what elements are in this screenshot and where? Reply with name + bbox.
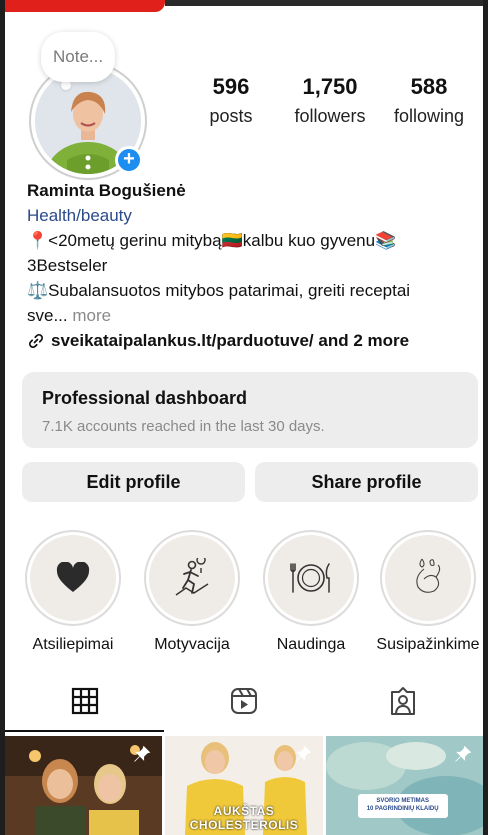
tab-reels[interactable] — [164, 670, 323, 732]
flower-drawing-icon — [416, 558, 441, 593]
stat-following[interactable]: 588 following — [383, 74, 475, 127]
highlight-ring — [380, 530, 476, 626]
tagged-user-icon — [390, 687, 415, 715]
bio-line-1: 📍<20metų gerinu mitybą🇱🇹kalbu kuo gyvenu… — [27, 231, 397, 250]
highlight-atsiliepimai[interactable]: Atsiliepimai — [18, 530, 128, 654]
highlight-ring — [263, 530, 359, 626]
highlight-label: Naudinga — [276, 636, 346, 653]
post-thumbnail[interactable] — [5, 736, 163, 835]
stat-value: 588 — [410, 74, 448, 99]
more-link[interactable]: more — [68, 306, 111, 325]
post-caption: AUKŠTAS CHOLESTEROLIS — [189, 804, 299, 832]
highlight-cover — [385, 535, 471, 621]
pin-icon — [294, 745, 311, 762]
profile-bio: Raminta Bogušienė Health/beauty 📍<20metų… — [27, 178, 477, 353]
tab-grid[interactable] — [5, 670, 164, 732]
stat-label: followers — [294, 106, 366, 126]
bio-line-3: ⚖️Subalansuotos mitybos patarimai, greit… — [27, 281, 411, 300]
pin-icon — [455, 745, 472, 762]
profile-name: Raminta Bogušienė — [27, 181, 186, 200]
highlight-cover — [30, 535, 116, 621]
link-icon — [29, 333, 43, 348]
share-profile-button[interactable]: Share profile — [255, 462, 478, 502]
highlight-susipazinkime[interactable]: Susipažinkime — [373, 530, 483, 654]
profile-link[interactable]: sveikataipalankus.lt/parduotuve/ and 2 m… — [27, 328, 477, 353]
highlight-ring — [25, 530, 121, 626]
post-thumbnail[interactable]: SVORIO METIMAS 10 PAGRINDINIŲ KLAIDŲ — [325, 736, 483, 835]
stat-label: posts — [209, 106, 253, 126]
note-placeholder: Note... — [53, 47, 104, 66]
profile-category[interactable]: Health/beauty — [27, 203, 477, 228]
profile-tabs — [5, 670, 483, 732]
stat-label: following — [393, 106, 465, 126]
professional-dashboard[interactable]: Professional dashboard 7.1K accounts rea… — [22, 372, 478, 448]
highlight-motyvacija[interactable]: Motyvacija — [137, 530, 247, 654]
highlight-label: Atsiliepimai — [32, 636, 114, 653]
stat-posts[interactable]: 596 posts — [185, 74, 277, 127]
note-bubble[interactable]: Note... — [41, 32, 116, 82]
hiker-icon — [175, 558, 209, 596]
post-thumbnail[interactable]: AUKŠTAS CHOLESTEROLIS — [165, 736, 323, 835]
highlight-cover — [149, 535, 235, 621]
red-status-tab — [5, 0, 165, 12]
bio-line-4: sve... — [27, 306, 68, 325]
dashboard-subtitle: 7.1K accounts reached in the last 30 day… — [42, 418, 325, 435]
post-card: SVORIO METIMAS 10 PAGRINDINIŲ KLAIDŲ — [357, 794, 448, 818]
link-text: sveikataipalankus.lt/parduotuve/ and 2 m… — [51, 331, 410, 350]
stat-followers[interactable]: 1,750 followers — [284, 74, 376, 127]
dashboard-title: Professional dashboard — [42, 388, 248, 408]
grid-icon — [71, 687, 98, 715]
highlight-ring — [144, 530, 240, 626]
post-card-title: SVORIO METIMAS — [376, 798, 429, 804]
active-tab-indicator — [5, 730, 164, 732]
pin-icon — [134, 745, 151, 762]
profile-screen: + Note... 596 posts 1,750 followers 588 … — [5, 0, 483, 835]
highlight-cover — [268, 535, 354, 621]
post-card-subtitle: 10 PAGRINDINIŲ KLAIDŲ — [366, 806, 439, 812]
highlight-label: Motyvacija — [154, 636, 230, 653]
profile-stats: 596 posts 1,750 followers 588 following — [185, 74, 475, 127]
bio-line-4-wrap: sve... more — [27, 303, 477, 328]
profile-actions: Edit profile Share profile — [22, 462, 478, 502]
edit-profile-button[interactable]: Edit profile — [22, 462, 245, 502]
add-story-button[interactable]: + — [115, 146, 143, 174]
stat-value: 596 — [212, 74, 250, 99]
tab-tagged[interactable] — [323, 670, 482, 732]
plate-cutlery-icon — [290, 563, 330, 593]
bio-line-2: 3Bestseler — [27, 256, 108, 275]
highlight-label: Susipažinkime — [376, 636, 480, 653]
highlight-naudinga[interactable]: Naudinga — [256, 530, 366, 654]
heart-icon — [56, 562, 90, 592]
stat-value: 1,750 — [302, 74, 358, 99]
top-edge — [165, 0, 483, 6]
story-highlights: Atsiliepimai Motyvacija Naudinga Susipaž… — [13, 530, 483, 653]
reels-icon — [230, 688, 257, 714]
posts-grid: AUKŠTAS CHOLESTEROLIS SVORIO METIMAS 10 … — [5, 736, 483, 835]
